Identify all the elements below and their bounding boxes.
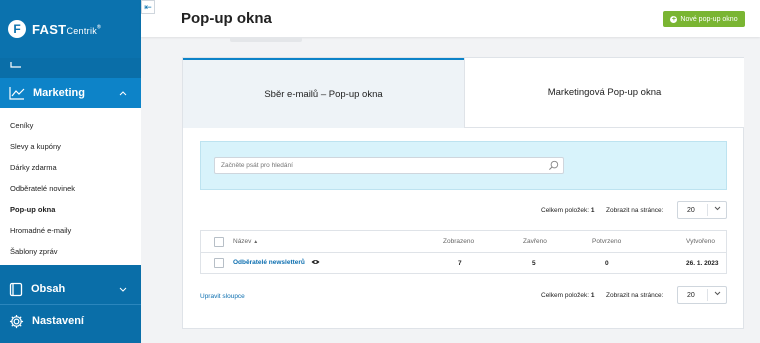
submenu-item-popup[interactable]: Pop-up okna xyxy=(0,199,141,220)
row-confirmed: 0 xyxy=(605,260,609,267)
column-name-label: Název xyxy=(233,238,252,245)
header-stub xyxy=(230,37,302,42)
chart-line-icon xyxy=(9,87,25,100)
per-page-label-bottom: Zobrazit na stránce: xyxy=(606,292,664,299)
marketing-submenu: Ceníky Slevy a kupóny Dárky zdarma Odběr… xyxy=(0,108,141,265)
new-popup-button-label: Nové pop-up okno xyxy=(680,15,738,23)
per-page-label: Zobrazit na stránce: xyxy=(606,207,664,214)
table-row: Odběratelé newsletterů 7 5 0 26. 1. 2023 xyxy=(201,253,726,274)
chevron-up-icon xyxy=(119,88,127,98)
book-icon xyxy=(9,282,23,296)
submenu-item-sablony[interactable]: Šablony zpráv xyxy=(0,241,141,262)
total-items-bottom: Celkem položek: 1 xyxy=(541,292,595,299)
search-input[interactable] xyxy=(214,157,564,174)
per-page-value-bottom: 20 xyxy=(687,292,695,299)
tab-email-collection[interactable]: Sběr e-mailů – Pop-up okna xyxy=(183,58,464,128)
submenu-item-darky[interactable]: Dárky zdarma xyxy=(0,157,141,178)
menu-marketing[interactable]: Marketing xyxy=(0,78,141,108)
collapse-sidebar-button[interactable]: ⇤ xyxy=(141,0,155,14)
chevron-down-icon xyxy=(119,284,127,294)
page-title: Pop-up okna xyxy=(181,10,272,27)
sidebar: F FASTCentrik® Marketing Ceníky Slevy a … xyxy=(0,0,141,343)
sort-asc-icon: ▲ xyxy=(253,239,259,245)
submenu-item-ceniky[interactable]: Ceníky xyxy=(0,115,141,136)
per-page-select-bottom[interactable]: 20 xyxy=(677,286,727,304)
column-created[interactable]: Vytvořeno xyxy=(686,238,715,245)
logo-registered: ® xyxy=(97,24,102,31)
chevron-down-icon xyxy=(714,206,721,213)
partial-menu-icon xyxy=(10,60,22,71)
column-name[interactable]: Název ▲ xyxy=(233,238,258,245)
pager-bottom: Celkem položek: 1 Zobrazit na stránce: 2… xyxy=(183,286,745,305)
total-items: Celkem položek: 1 xyxy=(541,207,595,214)
table-header: Název ▲ Zobrazeno Zavřeno Potvrzeno Vytv… xyxy=(201,231,726,253)
plus-icon: + xyxy=(670,15,678,23)
total-items-label-bottom: Celkem položek: xyxy=(541,292,590,299)
row-name-link[interactable]: Odběratelé newsletterů xyxy=(233,259,305,266)
logo-text-thin: Centrik xyxy=(66,25,98,36)
menu-settings-label: Nastavení xyxy=(32,315,84,327)
total-items-label: Celkem položek: xyxy=(541,207,590,214)
edit-columns-link[interactable]: Upravit sloupce xyxy=(200,293,245,300)
total-items-value: 1 xyxy=(590,207,595,214)
menu-content-label: Obsah xyxy=(31,283,66,295)
submenu-item-hromadne[interactable]: Hromadné e-maily xyxy=(0,220,141,241)
sidebar-divider xyxy=(0,304,141,305)
menu-marketing-label: Marketing xyxy=(33,87,85,99)
gear-icon xyxy=(9,314,24,328)
pager-top: Celkem položek: 1 Zobrazit na stránce: 2… xyxy=(183,201,745,220)
per-page-value: 20 xyxy=(687,207,695,214)
page-header: Pop-up okna + Nové pop-up okno xyxy=(141,0,760,37)
new-popup-button[interactable]: + Nové pop-up okno xyxy=(663,11,745,27)
submenu-item-odberatele[interactable]: Odběratelé novinek xyxy=(0,178,141,199)
column-shown[interactable]: Zobrazeno xyxy=(443,238,474,245)
row-checkbox[interactable] xyxy=(214,258,224,268)
row-shown: 7 xyxy=(458,260,462,267)
row-closed: 5 xyxy=(532,260,536,267)
menu-settings[interactable]: Nastavení xyxy=(0,306,141,336)
row-created: 26. 1. 2023 xyxy=(686,260,719,267)
logo[interactable]: F FASTCentrik® xyxy=(0,0,141,58)
select-all-checkbox[interactable] xyxy=(214,237,224,247)
menu-content[interactable]: Obsah xyxy=(0,274,141,304)
submenu-item-slevy[interactable]: Slevy a kupóny xyxy=(0,136,141,157)
eye-icon[interactable] xyxy=(311,259,320,265)
chevron-down-icon xyxy=(714,291,721,298)
logo-mark: F xyxy=(8,20,26,38)
search-icon[interactable] xyxy=(548,160,559,171)
per-page-select[interactable]: 20 xyxy=(677,201,727,219)
logo-text-bold: FAST xyxy=(32,21,67,37)
logo-text: FASTCentrik® xyxy=(32,22,101,37)
column-confirmed[interactable]: Potvrzeno xyxy=(592,238,621,245)
main-card: Sběr e-mailů – Pop-up okna Marketingová … xyxy=(182,57,744,329)
column-closed[interactable]: Zavřeno xyxy=(523,238,547,245)
total-items-value-bottom: 1 xyxy=(590,292,595,299)
row-name: Odběratelé newsletterů xyxy=(233,259,320,266)
search-panel xyxy=(200,141,727,190)
tab-marketing-popups[interactable]: Marketingová Pop-up okna xyxy=(464,58,744,128)
popup-table: Název ▲ Zobrazeno Zavřeno Potvrzeno Vytv… xyxy=(200,230,727,274)
